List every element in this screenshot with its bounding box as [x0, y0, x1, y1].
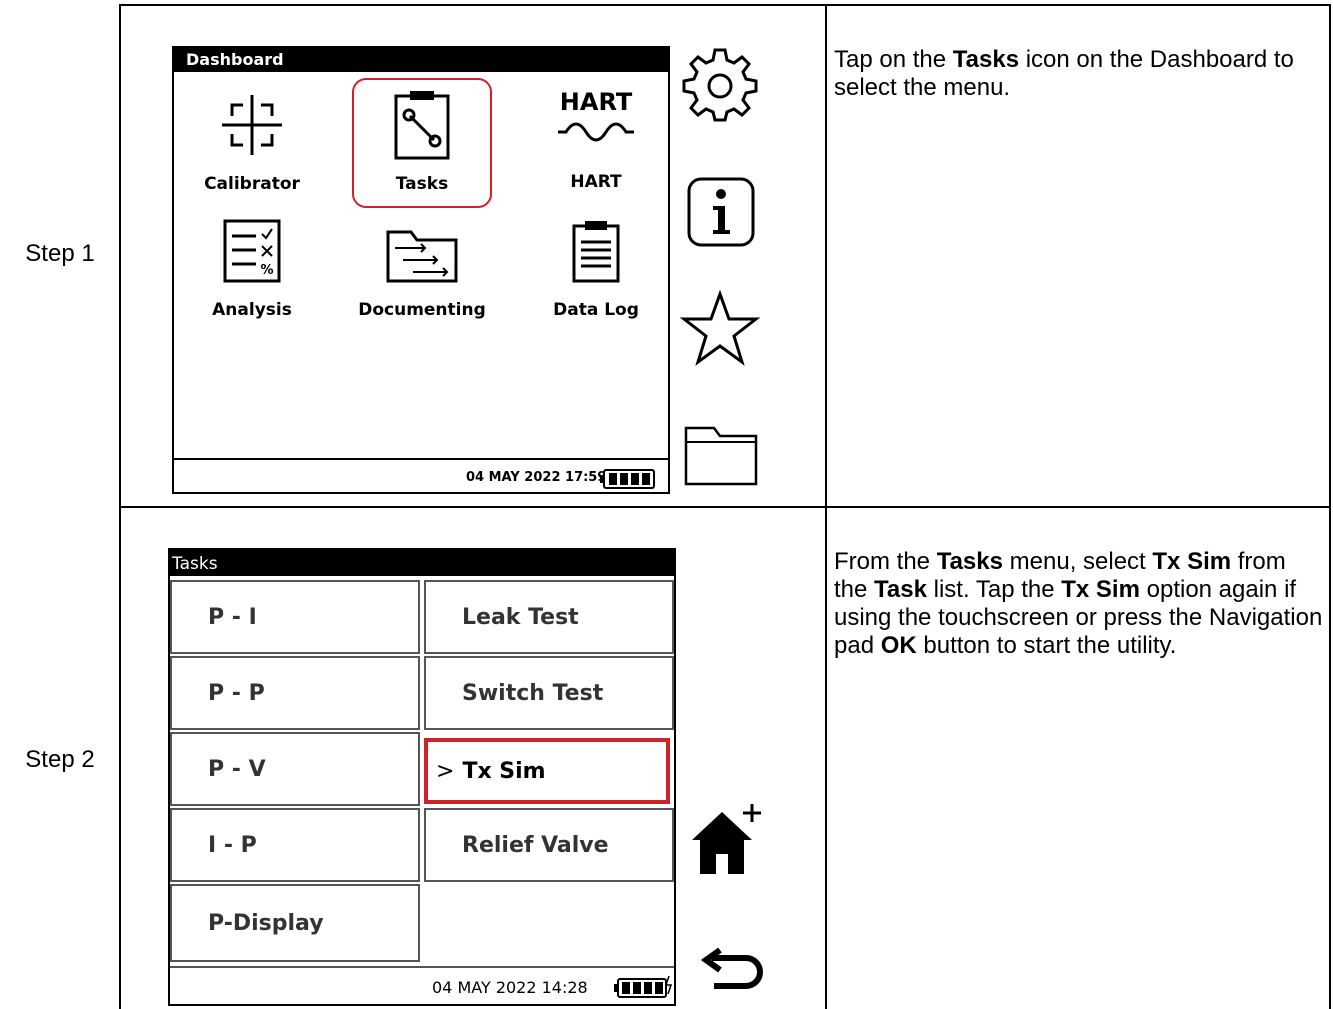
- task-label: P - V: [208, 756, 266, 782]
- clipboard-wrench-icon: [394, 91, 450, 160]
- task-item-relief-valve[interactable]: Relief Valve: [424, 808, 674, 882]
- description-emphasis: Tasks: [936, 548, 1003, 575]
- description-text: Tap on the: [834, 46, 953, 73]
- step-label: Step 1: [25, 240, 95, 267]
- tasks-screen: Tasks P - I P - P P - V I - P P-Display …: [168, 548, 676, 1006]
- info-icon[interactable]: [686, 176, 756, 248]
- description-text: From the: [834, 548, 937, 575]
- tile-label: Analysis: [212, 300, 292, 320]
- step-description: Tap on the Tasks icon on the Dashboard t…: [834, 46, 1324, 102]
- task-label: Leak Test: [462, 604, 579, 630]
- description-emphasis: Tasks: [952, 46, 1020, 73]
- hart-tile[interactable]: HART HART: [526, 82, 666, 232]
- task-item-tx-sim[interactable]: > Tx Sim: [424, 738, 670, 804]
- screen-title: Dashboard: [174, 48, 668, 72]
- task-item-p-display[interactable]: P-Display: [170, 884, 420, 962]
- status-datetime: 04 MAY 2022 17:59: [466, 470, 607, 485]
- task-item-p-i[interactable]: P - I: [170, 580, 420, 654]
- task-item-i-p[interactable]: I - P: [170, 808, 420, 882]
- calibrator-tile[interactable]: Calibrator: [182, 82, 322, 232]
- task-item-switch-test[interactable]: Switch Test: [424, 656, 674, 730]
- description-emphasis: Tx Sim: [1152, 548, 1232, 575]
- home-plus-icon[interactable]: [688, 800, 768, 880]
- wave-icon: [558, 122, 634, 142]
- gear-icon[interactable]: [682, 46, 758, 122]
- calibrator-icon: [222, 95, 282, 155]
- svg-text:%: %: [260, 263, 273, 278]
- tile-label: Data Log: [553, 300, 639, 320]
- task-label: P - I: [208, 604, 257, 630]
- status-bar-divider: [170, 966, 674, 968]
- description-text: button to start the utility.: [916, 632, 1177, 659]
- folder-icon[interactable]: [684, 424, 758, 486]
- documenting-icon: [386, 230, 458, 283]
- tile-label: Calibrator: [204, 174, 300, 194]
- hart-logo: HART: [559, 88, 633, 116]
- tile-label: Tasks: [395, 174, 449, 194]
- battery-icon: [600, 469, 655, 489]
- description-text: list. Tap the: [926, 576, 1062, 603]
- back-arrow-icon[interactable]: [690, 948, 766, 996]
- screen-title: Tasks: [170, 550, 674, 576]
- star-icon[interactable]: [680, 290, 760, 366]
- task-label: Tx Sim: [462, 758, 546, 784]
- documenting-tile[interactable]: Documenting: [352, 218, 492, 328]
- selection-marker: >: [436, 758, 455, 784]
- battery-charging-icon: [614, 976, 673, 998]
- tile-label: Documenting: [358, 300, 486, 320]
- status-bar-divider: [174, 458, 668, 460]
- analysis-tile[interactable]: % Analysis: [182, 218, 322, 328]
- step-label: Step 2: [25, 746, 95, 773]
- tasks-tile[interactable]: Tasks: [352, 78, 492, 208]
- description-text: menu, select: [1002, 548, 1153, 575]
- status-datetime: 04 MAY 2022 14:28: [432, 978, 588, 997]
- task-label: Relief Valve: [462, 832, 609, 858]
- step-description: From the Tasks menu, select Tx Sim from …: [834, 548, 1324, 660]
- task-label: P - P: [208, 680, 265, 706]
- table-border-top: [119, 4, 1331, 6]
- task-label: I - P: [208, 832, 257, 858]
- analysis-icon: %: [223, 219, 281, 283]
- task-item-leak-test[interactable]: Leak Test: [424, 580, 674, 654]
- data-log-icon: [572, 221, 620, 283]
- tile-label: HART: [570, 172, 622, 192]
- task-label: Switch Test: [462, 680, 604, 706]
- task-item-p-p[interactable]: P - P: [170, 656, 420, 730]
- task-label: P-Display: [208, 910, 324, 936]
- description-emphasis: OK: [880, 632, 917, 659]
- data-log-tile[interactable]: Data Log: [526, 218, 666, 328]
- description-emphasis: Task: [874, 576, 927, 603]
- task-item-p-v[interactable]: P - V: [170, 732, 420, 806]
- dashboard-screen: Dashboard Calibrator Tasks HART HART % A…: [172, 46, 670, 494]
- description-emphasis: Tx Sim: [1061, 576, 1140, 603]
- table-divider-row: [119, 506, 1331, 508]
